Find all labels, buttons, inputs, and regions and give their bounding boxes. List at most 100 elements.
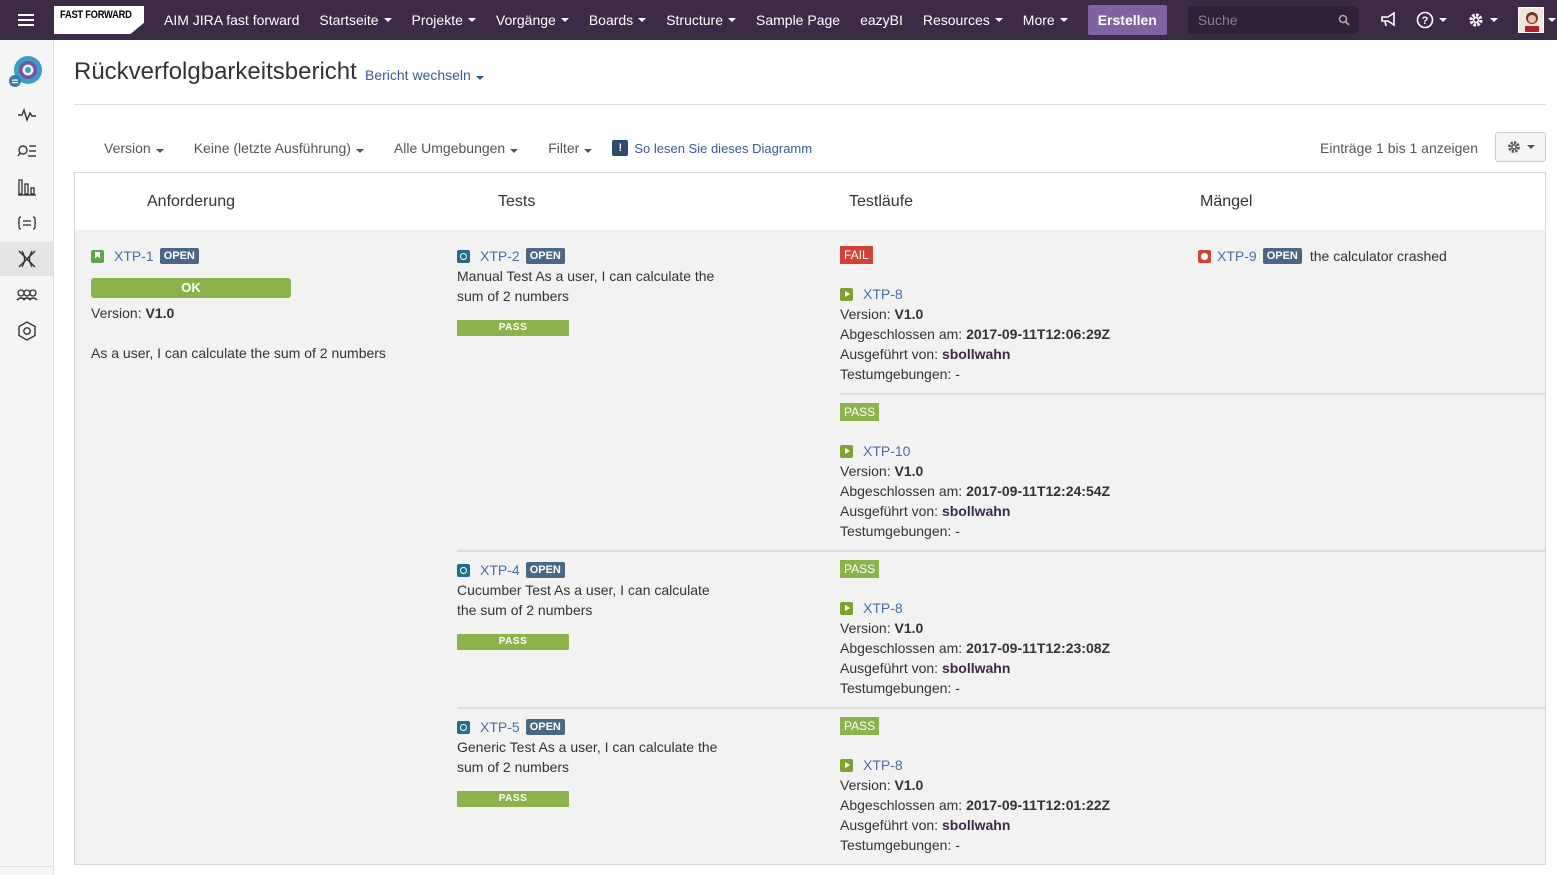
chevron-down-icon[interactable]: [1547, 18, 1556, 22]
search-issues-icon[interactable]: [0, 134, 53, 168]
test-run-cell: PASS XTP-8 Version: V1.0 Abgeschlossen a…: [840, 560, 1111, 696]
menu-icon[interactable]: [0, 0, 52, 40]
test-execution-icon: [840, 758, 853, 772]
user-link[interactable]: sbollwahn: [942, 817, 1010, 833]
run-status-badge: FAIL: [840, 246, 873, 264]
activity-icon[interactable]: [0, 98, 53, 132]
test-summary: Manual Test As a user, I can calculate t…: [457, 268, 715, 304]
requirement-summary: As a user, I can calculate the sum of 2 …: [91, 345, 386, 361]
requirement-cell: XTP-1 OPEN OK Version: V1.0 As a user, I…: [91, 246, 421, 363]
nav-sample-page[interactable]: Sample Page: [746, 0, 850, 40]
test-execution-icon: [840, 287, 853, 301]
diagram-help-link[interactable]: ! So lesen Sie dieses Diagramm: [612, 140, 812, 156]
run-status-badge: PASS: [840, 560, 880, 578]
reports-chart-icon[interactable]: [0, 170, 53, 204]
announcement-icon[interactable]: [1380, 0, 1398, 40]
test-key-link[interactable]: XTP-5: [480, 719, 520, 735]
column-header-runs: Testläufe: [849, 193, 914, 210]
chevron-down-icon: [475, 76, 484, 80]
coverage-status-bar: OK: [91, 278, 291, 298]
chevron-down-icon: [560, 18, 569, 22]
chevron-down-icon: [467, 18, 476, 22]
nav-more[interactable]: More: [1013, 0, 1078, 40]
chevron-down-icon: [994, 18, 1003, 22]
row-divider: [457, 707, 1545, 709]
nav-vorgaenge[interactable]: Vorgänge: [486, 0, 579, 40]
nav-eazybi[interactable]: eazyBI: [850, 0, 913, 40]
execution-key-link[interactable]: XTP-8: [863, 286, 903, 302]
chevron-down-icon: [355, 149, 364, 153]
page-title: Rückverfolgbarkeitsbericht: [74, 58, 357, 85]
search-box: [1187, 6, 1358, 34]
create-button[interactable]: Erstellen: [1087, 5, 1167, 35]
nav-startseite[interactable]: Startseite: [309, 0, 401, 40]
report-settings-button[interactable]: [1495, 132, 1546, 162]
chevron-down-icon: [638, 18, 647, 22]
search-icon[interactable]: [1338, 14, 1350, 26]
components-hexagon-icon[interactable]: [0, 314, 53, 348]
chevron-down-icon: [584, 149, 593, 153]
run-status-badge: PASS: [840, 717, 880, 735]
user-link[interactable]: sbollwahn: [942, 503, 1010, 519]
environment-filter-dropdown[interactable]: Alle Umgebungen: [394, 140, 519, 156]
help-icon[interactable]: ?: [1416, 0, 1447, 40]
nav-resources[interactable]: Resources: [913, 0, 1013, 40]
switch-report-dropdown[interactable]: Bericht wechseln: [365, 67, 484, 83]
nav-boards[interactable]: Boards: [579, 0, 656, 40]
settings-gear-icon[interactable]: [1467, 0, 1498, 40]
test-execution-icon: [840, 444, 853, 458]
test-repository-icon[interactable]: [0, 206, 53, 240]
xray-app-logo-icon[interactable]: [8, 54, 44, 90]
row-divider: [457, 550, 1545, 552]
status-badge: OPEN: [525, 248, 565, 264]
nav-project-name[interactable]: AIM JIRA fast forward: [154, 0, 309, 40]
user-avatar[interactable]: [1517, 7, 1544, 33]
entries-count: Einträge 1 bis 1 anzeigen: [1320, 140, 1478, 156]
execution-key-link[interactable]: XTP-10: [863, 443, 910, 459]
requirement-key-link[interactable]: XTP-1: [114, 248, 154, 264]
project-sidebar: [0, 40, 54, 875]
chevron-down-icon: [383, 18, 392, 22]
xray-traceability-icon[interactable]: [0, 242, 53, 276]
chevron-down-icon: [728, 18, 736, 22]
chevron-down-icon: [155, 149, 164, 153]
execution-filter-dropdown[interactable]: Keine (letzte Ausführung): [194, 140, 364, 156]
user-link[interactable]: sbollwahn: [942, 346, 1010, 362]
chevron-down-icon: [1438, 18, 1447, 22]
row-divider: [840, 393, 1545, 395]
bug-icon: [1198, 249, 1211, 263]
report-header-row: Anforderung Tests Testläufe Mängel: [75, 173, 1545, 230]
story-icon: [91, 249, 104, 263]
test-icon: [457, 720, 470, 734]
column-header-defects: Mängel: [1200, 193, 1253, 210]
requirement-issue: XTP-1 OPEN: [91, 246, 421, 266]
team-icon[interactable]: [0, 278, 53, 312]
nav-projekte[interactable]: Projekte: [402, 0, 486, 40]
top-navigation-bar: FAST FORWARD AIM JIRA fast forward Start…: [0, 0, 1557, 40]
test-execution-icon: [840, 601, 853, 615]
version-filter-dropdown[interactable]: Version: [104, 140, 164, 156]
chevron-down-icon: [1527, 145, 1535, 149]
status-badge: OPEN: [525, 562, 565, 578]
filter-dropdown[interactable]: Filter: [548, 140, 593, 156]
column-header-requirement: Anforderung: [147, 193, 236, 210]
test-key-link[interactable]: XTP-4: [480, 562, 520, 578]
status-badge: OPEN: [159, 248, 199, 264]
test-summary: Cucumber Test As a user, I can calculate…: [457, 582, 710, 618]
test-key-link[interactable]: XTP-2: [480, 248, 520, 264]
test-icon: [457, 563, 470, 577]
search-input[interactable]: [1195, 11, 1326, 29]
fast-forward-logo[interactable]: FAST FORWARD: [54, 6, 144, 34]
gear-icon: [1508, 141, 1520, 153]
title-divider: [74, 104, 1546, 105]
nav-structure[interactable]: Structure: [656, 0, 746, 40]
test-result-bar: PASS: [457, 320, 569, 336]
status-badge: OPEN: [525, 719, 565, 735]
test-cell: XTP-4 OPEN Cucumber Test As a user, I ca…: [457, 560, 757, 650]
traceability-report: Anforderung Tests Testläufe Mängel XTP-1…: [74, 172, 1546, 865]
execution-key-link[interactable]: XTP-8: [863, 757, 903, 773]
defect-key-link[interactable]: XTP-9: [1217, 248, 1257, 264]
test-result-bar: PASS: [457, 634, 569, 650]
user-link[interactable]: sbollwahn: [942, 660, 1010, 676]
execution-key-link[interactable]: XTP-8: [863, 600, 903, 616]
